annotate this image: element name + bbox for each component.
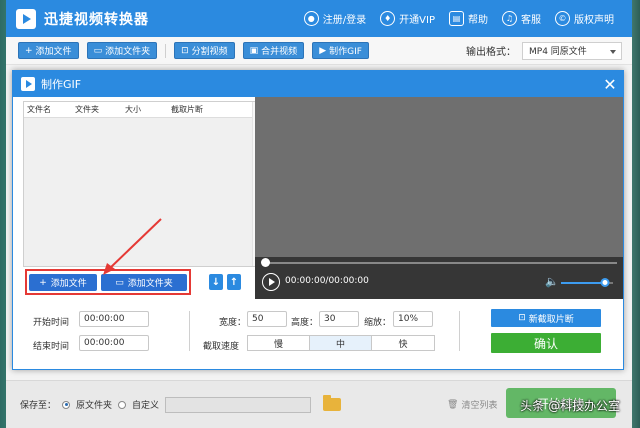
end-time-label: 结束时间	[33, 342, 70, 352]
trash-icon: 🗑	[447, 399, 459, 410]
close-icon[interactable]: ✕	[597, 71, 623, 97]
save-path-input[interactable]	[165, 396, 312, 413]
top-link-vip[interactable]: ♦ 开通VIP	[380, 11, 435, 26]
video-player: 00:00:00/00:00:00 🔈	[255, 97, 623, 299]
width-label: 宽度：	[219, 318, 247, 328]
user-icon: ●	[303, 11, 319, 26]
clear-list-button[interactable]: 🗑 清空列表	[447, 398, 497, 412]
app-title: 迅捷视频转换器	[44, 11, 149, 28]
video-preview	[255, 97, 623, 257]
plus-icon: +	[25, 45, 33, 56]
save-to-label: 保存至：	[20, 401, 57, 411]
radio-custom[interactable]	[118, 400, 127, 409]
height-label: 高度：	[291, 318, 319, 328]
crop-icon: ⊡	[181, 45, 189, 56]
speed-medium[interactable]: 中	[310, 336, 372, 350]
watermark-text: 头条 @科技办公室	[520, 399, 620, 413]
start-time-label: 开始时间	[33, 318, 70, 328]
add-file-button[interactable]: + 添加文件	[18, 42, 79, 59]
bottom-bar: 保存至： 原文件夹 自定义 🗑 清空列表 开始转换 头条 @科技办公室	[6, 380, 632, 428]
radio-original-label: 原文件夹	[76, 401, 113, 411]
output-format-label: 输出格式：	[466, 47, 516, 58]
chevron-down-icon	[610, 49, 616, 54]
make-gif-dialog: 制作GIF ✕ 文件名 文件夹 大小 截取片断 + 添加文件 ▭ 添加文件夹 ↓ ↑…	[12, 70, 624, 370]
split-video-button[interactable]: ⊡ 分割视频	[174, 42, 235, 59]
help-icon: ▤	[449, 11, 464, 26]
speed-fast[interactable]: 快	[372, 336, 434, 350]
output-format: 输出格式： MP4 同原文件	[466, 41, 632, 60]
top-link-service[interactable]: ♫ 客服	[502, 11, 541, 26]
radio-custom-label: 自定义	[132, 401, 160, 411]
seek-bar[interactable]	[261, 258, 617, 267]
speed-slow[interactable]: 慢	[248, 336, 310, 350]
width-input[interactable]: 50	[247, 311, 287, 327]
volume-slider[interactable]	[561, 278, 613, 287]
crop-icon: ⊡	[518, 313, 526, 323]
app-titlebar: 迅捷视频转换器 ● 注册/登录 ♦ 开通VIP ▤ 帮助 ♫ 客服 © 版权声明	[6, 0, 632, 37]
scale-label: 缩放：	[364, 318, 392, 328]
video-icon: ▶	[319, 45, 327, 56]
headset-icon: ♫	[502, 11, 517, 26]
volume-icon[interactable]: 🔈	[545, 275, 559, 288]
settings-divider	[459, 311, 460, 351]
vip-icon: ♦	[380, 11, 396, 26]
toolbar-divider	[165, 43, 167, 58]
red-arrow-annotation	[103, 218, 162, 275]
top-links: ● 注册/登录 ♦ 开通VIP ▤ 帮助 ♫ 客服 © 版权声明	[303, 11, 632, 26]
volume-knob[interactable]	[600, 278, 610, 287]
settings-divider	[189, 311, 190, 351]
add-folder-button[interactable]: ▭ 添加文件夹	[86, 42, 158, 59]
merge-icon: ▣	[249, 45, 259, 56]
radio-original-folder[interactable]	[62, 400, 71, 409]
confirm-button[interactable]: 确认	[491, 333, 601, 353]
height-input[interactable]: 30	[319, 311, 359, 327]
start-time-input[interactable]: 00:00:00	[79, 311, 149, 327]
end-time-input[interactable]: 00:00:00	[79, 335, 149, 351]
copyright-icon: ©	[555, 11, 570, 26]
speed-label: 截取速度	[203, 342, 240, 352]
volume-fill	[561, 282, 606, 284]
play-button[interactable]	[262, 273, 280, 291]
folder-icon: ▭	[93, 45, 103, 56]
top-link-help[interactable]: ▤ 帮助	[449, 11, 488, 26]
browse-folder-icon[interactable]	[323, 395, 342, 411]
toolbar: + 添加文件 ▭ 添加文件夹 ⊡ 分割视频 ▣ 合并视频 ▶ 制作GIF 输出格式： MP…	[6, 37, 632, 65]
gif-settings: 开始时间 00:00:00 结束时间 00:00:00 宽度： 50 高度： 3…	[13, 303, 623, 369]
merge-video-button[interactable]: ▣ 合并视频	[242, 42, 305, 59]
app-logo-icon	[16, 8, 36, 29]
time-display: 00:00:00/00:00:00	[285, 276, 369, 286]
seek-knob[interactable]	[261, 258, 270, 267]
top-link-copyright[interactable]: © 版权声明	[555, 11, 614, 26]
make-gif-button[interactable]: ▶ 制作GIF	[312, 42, 369, 59]
player-controls: 00:00:00/00:00:00 🔈	[255, 257, 623, 299]
new-capture-button[interactable]: ⊡ 新截取片断	[491, 309, 601, 327]
speed-selector: 慢 中 快	[247, 335, 435, 351]
top-link-login[interactable]: ● 注册/登录	[303, 11, 366, 26]
scale-input[interactable]: 10%	[393, 311, 433, 327]
output-format-select[interactable]: MP4 同原文件	[522, 41, 622, 60]
